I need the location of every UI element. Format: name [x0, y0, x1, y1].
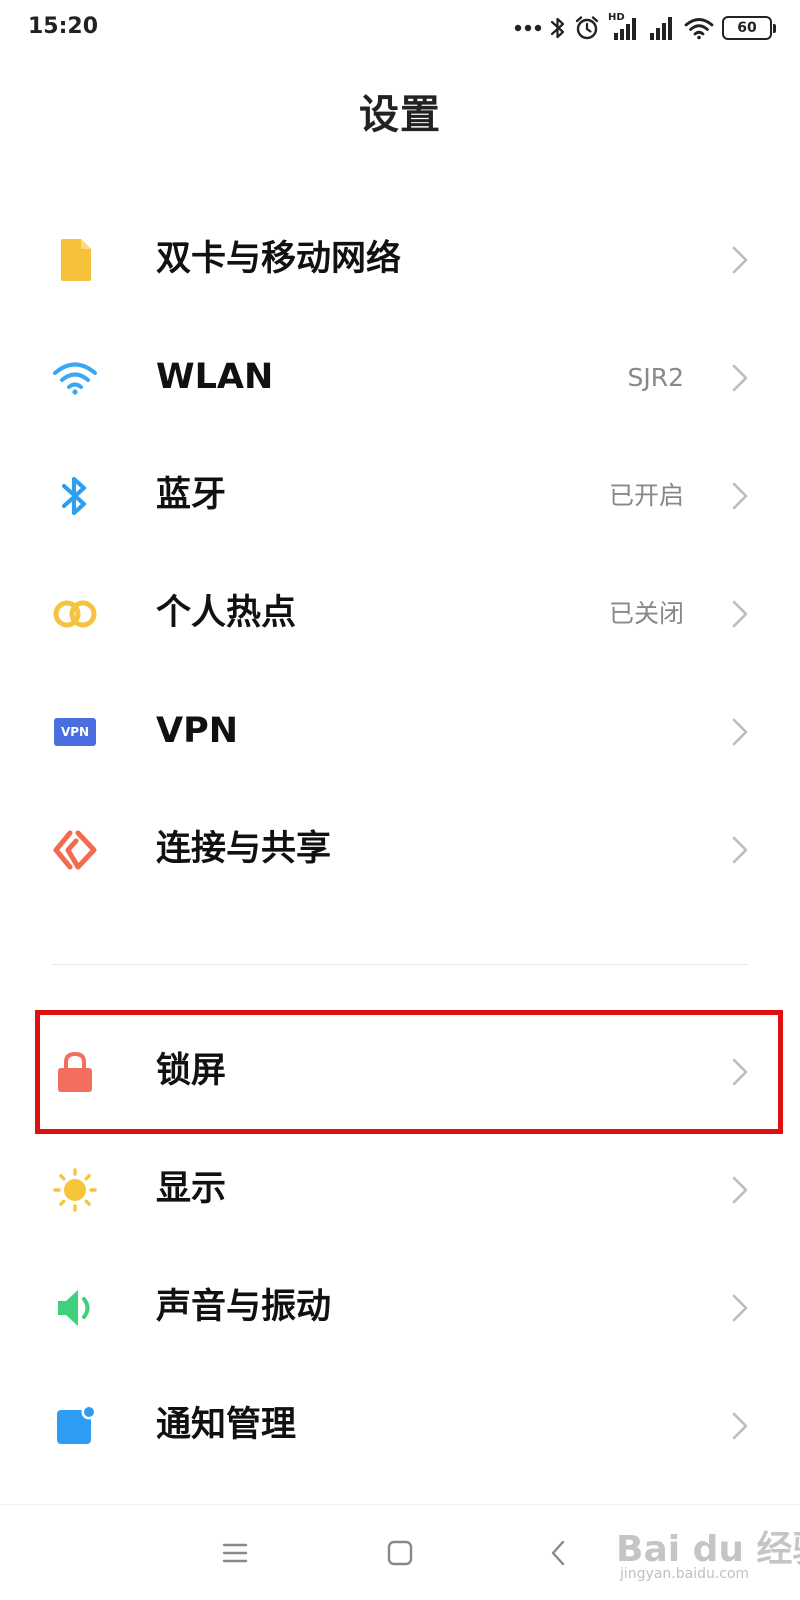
settings-item-value: 已关闭	[608, 599, 684, 628]
sim-card-icon	[52, 237, 98, 283]
settings-item-label: 个人热点	[156, 593, 297, 633]
alarm-icon	[574, 15, 600, 41]
section-divider	[52, 964, 748, 965]
bluetooth-icon	[550, 15, 566, 41]
status-time: 15:20	[28, 14, 99, 39]
hd-signal-icon: HD	[608, 12, 640, 42]
battery-icon: 60	[722, 16, 776, 40]
chevron-right-icon	[732, 1412, 748, 1440]
wifi-icon	[684, 16, 714, 40]
chevron-right-icon	[732, 482, 748, 510]
settings-item-vpn[interactable]: VPN VPN	[0, 672, 800, 790]
settings-item-label: 蓝牙	[156, 475, 227, 515]
chevron-right-icon	[732, 364, 748, 392]
battery-level: 60	[737, 20, 757, 36]
wifi-icon	[52, 355, 98, 401]
notification-icon	[52, 1403, 98, 1449]
highlight-box	[35, 1010, 783, 1134]
chevron-right-icon	[732, 1294, 748, 1322]
vpn-icon: VPN	[52, 709, 98, 755]
hotspot-icon	[52, 591, 98, 637]
connection-share-icon	[52, 827, 98, 873]
page-title: 设置	[359, 92, 441, 138]
home-icon[interactable]	[378, 1531, 422, 1575]
settings-item-label: 双卡与移动网络	[156, 239, 402, 279]
back-icon[interactable]	[536, 1531, 580, 1575]
watermark-main-text: Bai du 经验	[616, 1529, 800, 1570]
bluetooth-icon	[52, 473, 98, 519]
settings-item-value: 已开启	[608, 481, 684, 510]
chevron-right-icon	[732, 718, 748, 746]
settings-item-bluetooth[interactable]: 蓝牙 已开启	[0, 436, 800, 554]
settings-item-hotspot[interactable]: 个人热点 已关闭	[0, 554, 800, 672]
watermark-sub-text: jingyan.baidu.com	[620, 1566, 750, 1582]
settings-item-label: 显示	[156, 1169, 227, 1209]
settings-item-notifications[interactable]: 通知管理	[0, 1366, 800, 1484]
settings-item-sound-vibration[interactable]: 声音与振动	[0, 1248, 800, 1366]
settings-item-label: 通知管理	[156, 1405, 297, 1445]
chevron-right-icon	[732, 1176, 748, 1204]
settings-item-connection-share[interactable]: 连接与共享	[0, 790, 800, 908]
status-bar: 15:20 HD 60	[0, 0, 800, 56]
chevron-right-icon	[732, 836, 748, 864]
settings-item-wlan[interactable]: WLAN SJR2	[0, 318, 800, 436]
status-icons: HD 60	[514, 12, 776, 44]
more-dots-icon	[514, 23, 542, 33]
vpn-icon-text: VPN	[60, 725, 90, 739]
baidu-watermark: Bai du 经验 jingyan.baidu.com	[608, 1520, 800, 1588]
settings-item-display[interactable]: 显示	[0, 1130, 800, 1248]
chevron-right-icon	[732, 600, 748, 628]
signal-icon	[648, 15, 676, 41]
settings-item-label: 连接与共享	[156, 829, 332, 869]
settings-item-label: 声音与振动	[156, 1287, 332, 1327]
settings-item-label: WLAN	[156, 357, 274, 397]
speaker-icon	[52, 1285, 98, 1331]
chevron-right-icon	[732, 246, 748, 274]
settings-item-dual-sim[interactable]: 双卡与移动网络	[0, 200, 800, 318]
menu-icon[interactable]	[213, 1531, 257, 1575]
settings-item-label: VPN	[156, 711, 239, 751]
sun-icon	[52, 1167, 98, 1213]
settings-item-value: SJR2	[627, 363, 684, 392]
